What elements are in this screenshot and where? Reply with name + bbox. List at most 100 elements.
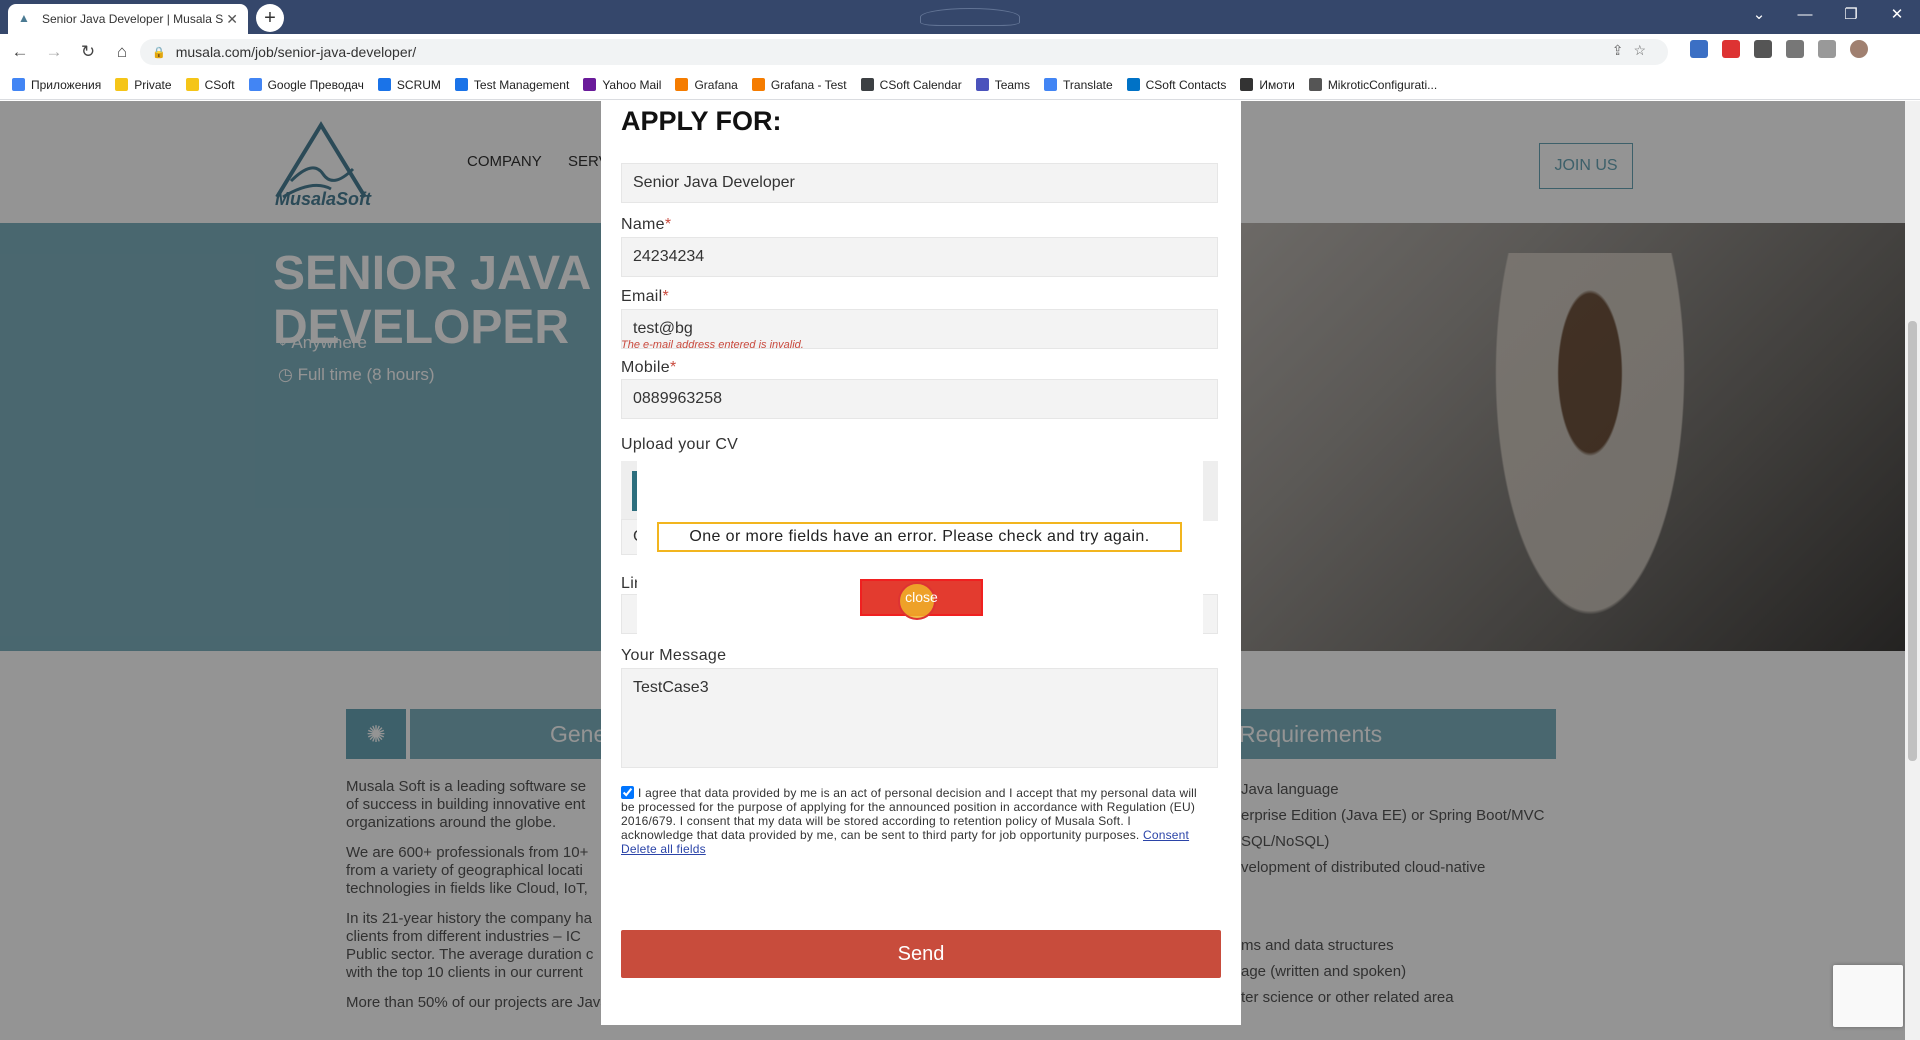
consent-text: I agree that data provided by me is an a… — [621, 786, 1197, 842]
required-marker: * — [664, 216, 672, 233]
bookmark-icon — [1126, 78, 1140, 91]
lock-icon: 🔒 — [152, 46, 166, 59]
bookmark-label: CSoft — [204, 77, 235, 92]
bookmark-item[interactable]: Имоти — [1240, 77, 1295, 92]
close-tab-icon[interactable]: ✕ — [226, 11, 238, 28]
bookmark-item[interactable]: Private — [115, 77, 172, 92]
mobile-input[interactable]: 0889963258 — [621, 379, 1218, 419]
consent-block: I agree that data provided by me is an a… — [621, 786, 1201, 856]
mobile-label-text: Mobile — [621, 359, 670, 376]
bookmark-icon — [248, 78, 262, 91]
name-input[interactable]: 24234234 — [621, 237, 1218, 277]
email-label-text: Email — [621, 288, 663, 305]
position-field: Senior Java Developer — [621, 163, 1218, 203]
musala-favicon-icon: ▲ — [18, 11, 30, 25]
bookmark-icon — [185, 78, 199, 91]
recaptcha-badge[interactable] — [1833, 965, 1903, 1027]
new-tab-button[interactable]: + — [256, 4, 284, 32]
bookmark-label: Grafana - Test — [770, 77, 847, 92]
bookmark-icon — [1240, 78, 1254, 91]
bookmark-item[interactable]: Test Management — [454, 78, 569, 92]
address-bar[interactable]: 🔒 musala.com/job/senior-java-developer/ … — [140, 39, 1668, 65]
browser-tab[interactable]: ▲ Senior Java Developer | Musala S ✕ — [8, 4, 248, 34]
error-dialog: One or more fields have an error. Please… — [637, 461, 1203, 647]
bookmark-label: Translate — [1063, 77, 1113, 92]
bookmark-icon — [975, 78, 989, 91]
name-label: Name* — [621, 216, 671, 234]
bookmark-icon — [377, 78, 391, 91]
bookmark-label: Имоти — [1259, 77, 1295, 92]
bookmark-item[interactable]: MikroticConfigurati... — [1308, 77, 1438, 92]
page-scrollbar[interactable] — [1905, 101, 1920, 1040]
reload-icon[interactable]: ↻ — [74, 42, 102, 62]
tab-title: Senior Java Developer | Musala S — [42, 12, 224, 26]
bookmark-item[interactable]: Grafana — [675, 77, 738, 92]
mobile-label: Mobile* — [621, 359, 676, 377]
delete-all-fields-link[interactable]: Delete all fields — [621, 842, 706, 856]
close-window-button[interactable]: ✕ — [1874, 0, 1920, 30]
email-label: Email* — [621, 288, 669, 306]
bookmark-item[interactable]: CSoft Contacts — [1126, 77, 1227, 92]
back-icon[interactable]: ← — [6, 42, 34, 62]
mail-extension-icon[interactable] — [1722, 40, 1740, 58]
extensions-area — [1690, 40, 1868, 58]
bookmark-item[interactable]: Translate — [1044, 78, 1113, 92]
restore-button[interactable]: ❐ — [1828, 0, 1874, 30]
browser-tab-bar: ▲ Senior Java Developer | Musala S ✕ + ⌄… — [0, 0, 1920, 34]
required-marker: * — [662, 288, 670, 305]
bookmarks-bar: Приложения Private CSoft Google Преводач SCR… — [0, 70, 1920, 100]
bookmark-item[interactable]: Teams — [975, 77, 1031, 92]
bookmark-item[interactable]: CSoft Calendar — [860, 77, 962, 92]
translate-extension-icon[interactable] — [1690, 40, 1708, 58]
email-error-text: The e-mail address entered is invalid. — [621, 339, 804, 351]
message-textarea[interactable]: TestCase3 — [621, 668, 1218, 768]
bookmark-star-icon[interactable]: ⇪☆ — [1612, 42, 1656, 59]
avatar[interactable] — [1850, 40, 1868, 58]
url-text: musala.com/job/senior-java-developer/ — [175, 44, 417, 60]
bookmark-item[interactable]: CSoft — [185, 77, 235, 92]
message-label: Your Message — [621, 647, 727, 664]
bookmark-label: Teams — [994, 77, 1031, 92]
apply-title: APPLY FOR: — [621, 106, 782, 136]
required-marker: * — [669, 359, 677, 376]
bookmark-icon — [751, 78, 765, 91]
name-label-text: Name — [621, 216, 665, 233]
bookmark-icon — [1308, 78, 1322, 91]
bookmark-icon — [1044, 78, 1058, 91]
bookmark-label: MikroticConfigurati... — [1327, 77, 1438, 92]
home-icon[interactable]: ⌂ — [108, 42, 136, 62]
bookmark-label: Private — [134, 77, 172, 92]
sidepanel-icon[interactable] — [1818, 40, 1836, 58]
browser-toolbar: ← → ↻ ⌂ 🔒 musala.com/job/senior-java-dev… — [0, 34, 1920, 70]
consent-link[interactable]: Consent — [1143, 828, 1189, 842]
bookmark-item[interactable]: Grafana - Test — [751, 77, 847, 92]
bookmark-label: Приложения — [31, 77, 102, 92]
consent-checkbox[interactable] — [621, 786, 634, 799]
bookmark-icon — [454, 78, 468, 91]
send-button[interactable]: Send — [621, 930, 1221, 978]
bookmark-label: CSoft Calendar — [879, 77, 962, 92]
minimize-button[interactable]: — — [1782, 0, 1828, 30]
bookmark-icon — [583, 78, 597, 91]
bookmark-label: Yahoo Mail — [602, 77, 662, 92]
bookmark-item[interactable]: SCRUM — [377, 77, 441, 92]
bookmark-item[interactable]: Приложения — [12, 78, 101, 92]
bookmark-item[interactable]: Google Преводач — [248, 78, 364, 92]
tab-search-icon[interactable]: ⌄ — [1736, 0, 1782, 30]
grid-extension-icon[interactable] — [1754, 40, 1772, 58]
bookmark-label: CSoft Contacts — [1145, 77, 1227, 92]
scrollbar-thumb[interactable] — [1908, 321, 1917, 761]
bookmark-label: SCRUM — [396, 77, 441, 92]
bookmark-label: Grafana — [694, 77, 738, 92]
puzzle-icon[interactable] — [1786, 40, 1804, 58]
bookmark-icon — [860, 78, 874, 91]
close-button-label: close — [905, 589, 938, 605]
bookmark-item[interactable]: Yahoo Mail — [583, 78, 661, 92]
bookmark-icon — [115, 78, 129, 91]
close-button[interactable]: close — [860, 579, 983, 620]
bookmark-icon — [675, 78, 689, 91]
theme-car-decoration — [920, 8, 1020, 26]
bookmark-icon — [12, 78, 25, 91]
error-message: One or more fields have an error. Please… — [657, 522, 1182, 552]
forward-icon[interactable]: → — [40, 42, 68, 62]
